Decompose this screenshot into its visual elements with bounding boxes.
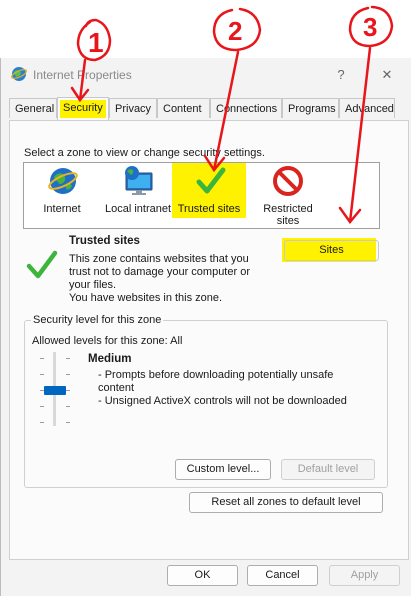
selected-zone-desc-2: trust not to damage your computer or (69, 266, 250, 278)
level-desc-2: content (98, 382, 135, 394)
slider-tick (66, 406, 70, 407)
zone-internet[interactable]: Internet (30, 163, 94, 228)
zone-restricted-sites[interactable]: Restricted sites (254, 163, 322, 228)
selected-zone-desc-1: This zone contains websites that you (69, 253, 249, 265)
monitor-globe-icon (122, 165, 156, 200)
cancel-button[interactable]: Cancel (247, 565, 318, 586)
allowed-levels-label: Allowed levels for this zone: All (32, 335, 183, 347)
slider-tick (66, 358, 70, 359)
zone-local-intranet-label: Local intranet (104, 203, 172, 215)
zone-prompt: Select a zone to view or change security… (24, 147, 265, 159)
title-bar: Internet Properties ? ✕ (1, 58, 411, 92)
selected-zone-desc-3: your files. (69, 279, 117, 291)
restricted-icon (273, 166, 303, 199)
slider-tick (66, 374, 70, 375)
zone-local-intranet[interactable]: Local intranet (98, 163, 178, 228)
green-check-icon (196, 167, 226, 198)
default-level-button[interactable]: Default level (281, 459, 375, 480)
tab-content[interactable]: Content (157, 98, 210, 118)
zone-internet-label: Internet (43, 203, 81, 215)
slider-thumb[interactable] (44, 386, 66, 395)
slider-tick (40, 406, 44, 407)
annotation-number-three: 3 (363, 12, 377, 42)
tab-privacy[interactable]: Privacy (109, 98, 157, 118)
window-title: Internet Properties (33, 68, 132, 82)
tab-advanced[interactable]: Advanced (339, 98, 395, 118)
tab-security[interactable]: Security (57, 97, 109, 120)
tab-strip: General Security Privacy Content Connect… (9, 97, 411, 120)
level-desc-3: - Unsigned ActiveX controls will not be … (98, 395, 347, 407)
level-desc-1: - Prompts before downloading potentially… (98, 369, 334, 381)
tab-programs[interactable]: Programs (282, 98, 339, 118)
selected-zone-desc-4: You have websites in this zone. (69, 292, 223, 304)
app-icon (11, 66, 27, 85)
slider-tick (40, 374, 44, 375)
slider-tick (66, 390, 70, 391)
annotation-circle-two (212, 7, 262, 52)
reset-all-zones-button[interactable]: Reset all zones to default level (189, 492, 383, 513)
annotation-number-one: 1 (88, 27, 104, 58)
selected-zone-name: Trusted sites (69, 235, 140, 247)
ok-button[interactable]: OK (167, 565, 238, 586)
security-level-slider[interactable] (38, 352, 72, 426)
slider-tick (40, 358, 44, 359)
close-button[interactable]: ✕ (373, 64, 401, 86)
tab-general[interactable]: General (9, 98, 57, 118)
zone-list: Internet Local intranet Trusted sites Re… (23, 162, 380, 229)
zone-restricted-sites-label-2: sites (276, 215, 300, 227)
apply-button[interactable]: Apply (329, 565, 400, 586)
tab-connections[interactable]: Connections (210, 98, 282, 118)
annotation-number-two: 2 (228, 16, 242, 46)
slider-tick (66, 422, 70, 423)
help-button[interactable]: ? (327, 64, 355, 86)
globe-icon (48, 166, 78, 199)
sites-button[interactable]: Sites (284, 240, 379, 261)
zone-trusted-sites-label: Trusted sites (177, 203, 241, 215)
tab-security-label: Security (63, 102, 103, 114)
security-level-group-title: Security level for this zone (31, 314, 164, 326)
slider-tick (40, 422, 44, 423)
zone-trusted-sites[interactable]: Trusted sites (172, 163, 246, 228)
annotation-circle-three (348, 5, 394, 48)
zone-restricted-sites-label-1: Restricted (263, 203, 313, 215)
custom-level-button[interactable]: Custom level... (175, 459, 271, 480)
annotation-circle-one (76, 18, 112, 62)
level-name: Medium (88, 353, 132, 365)
selected-zone-check-icon (26, 250, 58, 283)
